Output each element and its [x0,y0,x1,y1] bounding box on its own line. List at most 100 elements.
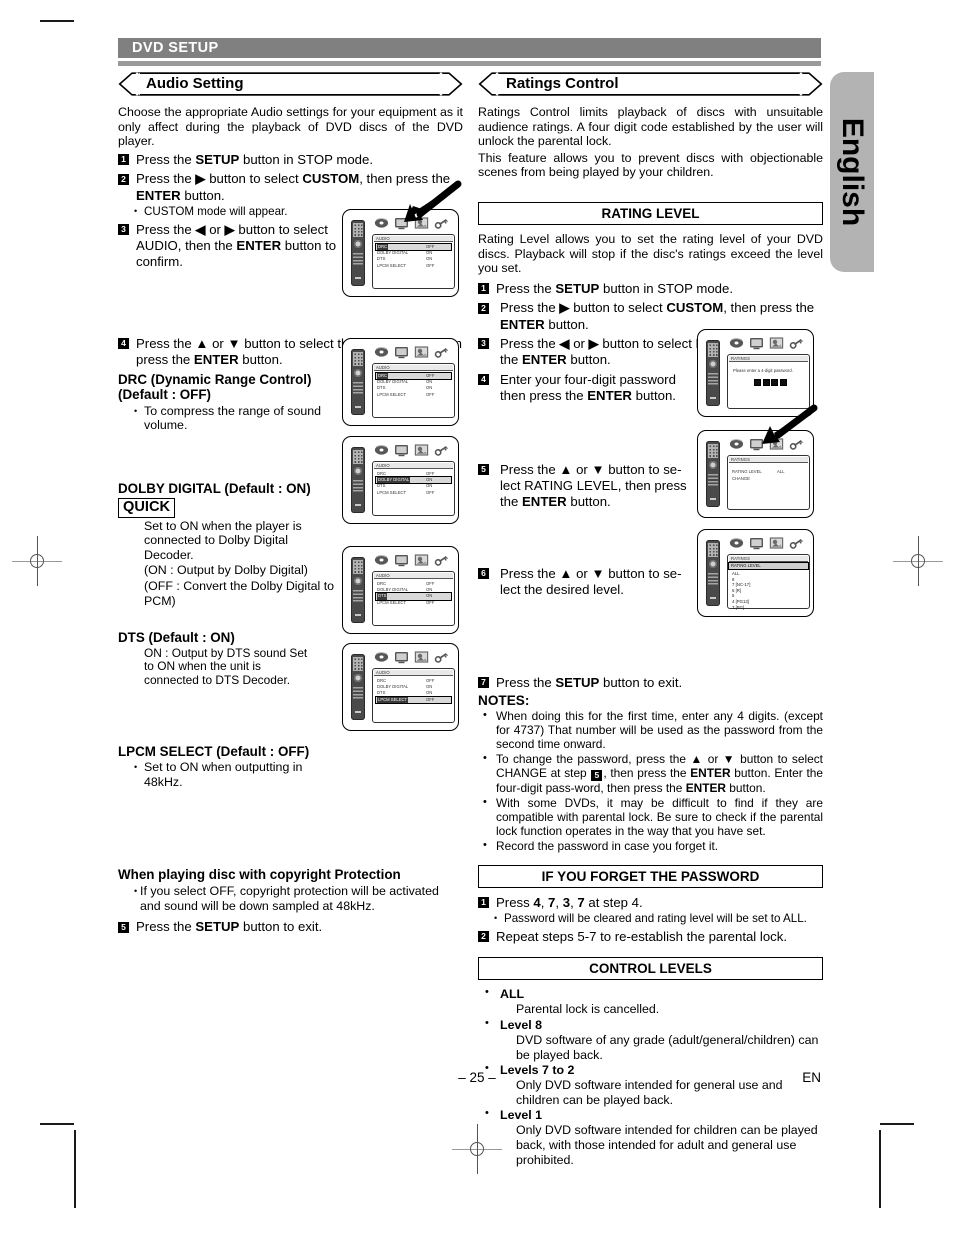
page-header-bar: DVD SETUP [118,38,821,58]
osd-panel-title: RATINGS [729,555,808,562]
ratings-step-2-text: Press the ▶ button to select CUSTOM, the… [500,300,815,332]
control-level-label: ALL [500,987,525,1002]
rating-level-header: RATING LEVEL [728,561,809,570]
audio-step-5-text: Press the SETUP button to exit. [136,919,323,935]
rating-option[interactable]: 3 [PG] [732,605,806,611]
osd-row: LPCM SELECT OFF [376,490,451,496]
step-number-5: 5 [118,921,129,933]
note-item: When doing this for the first time, ente… [478,708,823,751]
manual-page: DVD SETUP English Audio Setting Choose t… [0,0,954,1235]
menu-icon-row [373,553,455,568]
control-level-item: Level 1 Only DVD software intended for c… [478,1107,823,1167]
screen-mockup-audio-lpcm: AUDIO DRC OFF DOLBY DIGITAL ON DTS ON LPCM … [342,643,459,731]
key-icon [434,650,449,664]
osd-panel: AUDIO DRC OFF DOLBY DIGITAL ON DTS ON LPCM … [372,571,455,626]
notes-heading: NOTES: [478,693,530,709]
password-prompt: Please enter a 4-digit password. [733,368,793,373]
crop-mark-bl-h [40,1123,74,1125]
section-banner-audio: Audio Setting [118,72,463,96]
key-icon [434,553,449,567]
control-level-item: ALL Parental lock is cancelled. [478,986,823,1017]
tv-icon [394,443,409,457]
osd-row-value: OFF [426,489,435,495]
setting-title-lpcm: LPCM SELECT (Default : OFF) [118,743,310,759]
tv-icon [394,345,409,359]
disc-icon [374,650,389,664]
rating-level-options[interactable]: ALL 8 7 [NC-17] 6 [R] 5 4 [PG13] 3 [PG] [732,571,806,610]
remote-illustration [351,220,365,286]
ratings-step-5: 5 Press the ▲ or ▼ button to se-lect RAT… [478,462,693,511]
ratings-step-4: 4 Enter your four-digit password then pr… [478,372,700,405]
osd-panel-title: AUDIO [374,572,453,579]
disc-icon [374,553,389,567]
osd-row-value: OFF [426,599,435,605]
forgot-step-2: 2 Repeat steps 5-7 to re-establish the p… [478,929,823,945]
osd-panel-title: AUDIO [374,364,453,371]
osd-rows: DRC OFF DOLBY DIGITAL ON DTS ON LPCM SELECT… [375,242,452,269]
step-number-r5: 5 [478,464,489,476]
screen-mockup-audio-dts: AUDIO DRC OFF DOLBY DIGITAL ON DTS ON LPCM … [342,546,459,634]
audio-intro: Choose the appropriate Audio settings fo… [118,105,463,149]
osd-row: LPCM SELECT OFF [376,392,451,398]
osd-row-value: OFF [426,696,435,702]
osd-rows: DRC OFF DOLBY DIGITAL ON DTS ON LPCM SELECT… [375,371,452,398]
control-level-item: Level 8 DVD software of any grade (adult… [478,1017,823,1062]
crop-mark-tl-h [40,20,74,22]
key-icon [434,443,449,457]
remote-illustration [351,447,365,513]
ratings-step-6: 6 Press the ▲ or ▼ button to se-lect the… [478,566,693,599]
preferences-icon [414,553,429,567]
menu-icon-row [373,650,455,665]
step-number-f2: 2 [478,931,489,943]
header-rule [118,61,821,66]
forgot-password-heading: IF YOU FORGET THE PASSWORD [478,864,823,888]
remote-illustration [351,557,365,623]
crop-mark-br-v [879,1130,881,1208]
control-level-desc: Parental lock is cancelled. [516,1002,660,1017]
section-title-ratings: Ratings Control [506,75,619,92]
forgot-step-1: 1 Press 4, 7, 3, 7 at step 4. [478,895,823,911]
tv-icon [749,336,764,350]
ratings-intro-2: This feature allows you to prevent discs… [478,150,823,180]
osd-panel-title: AUDIO [374,235,453,242]
tv-icon [749,536,764,550]
osd-row-label: CHANGE [732,476,750,481]
osd-row-value: OFF [426,262,435,268]
remote-illustration [351,654,365,720]
right-column: Ratings Control Ratings Control limits p… [478,72,823,1168]
audio-step-1: 1 Press the SETUP button in STOP mode. [118,152,463,168]
osd-row: LPCM SELECT OFF [376,600,451,606]
step-number-r1: 1 [478,283,489,295]
osd-row-label: LPCM SELECT [377,599,407,605]
password-digit-boxes[interactable] [754,379,787,386]
osd-row-label: LPCM SELECT [377,696,409,703]
osd-panel-title: RATINGS [729,355,808,362]
menu-icon-row [373,443,455,458]
ratings-step-1: 1 Press the SETUP button in STOP mode. [478,281,823,297]
osd-panel: AUDIO DRC OFF DOLBY DIGITAL ON DTS ON LPCM … [372,668,455,723]
preferences-icon [414,650,429,664]
quick-badge: QUICK [118,497,176,518]
disc-icon [374,443,389,457]
osd-row: RATING LEVEL ALL [731,468,806,475]
forgot-step-1-note: Password will be cleared and rating leve… [478,912,823,926]
step-number-f1: 1 [478,897,489,909]
rating-option-selected[interactable]: 6 [R] [732,588,741,593]
osd-rows: DRC OFF DOLBY DIGITAL ON DTS ON LPCM SELECT… [375,581,452,606]
step-number-inline-5: 5 [591,770,603,782]
ratings-step-7: 7 Press the SETUP button to exit. [478,675,823,691]
ratings-step-5-text: Press the ▲ or ▼ button to se-lect RATIN… [500,461,687,510]
osd-panel-title: AUDIO [374,462,453,469]
ratings-step-1-text: Press the SETUP button in STOP mode. [496,280,734,296]
control-level-desc: DVD software of any grade (adult/general… [516,1032,819,1062]
step-number-r6: 6 [478,568,489,580]
setting-desc-dts: ON : Output by DTS sound Set to ON when … [144,645,308,687]
ratings-step-7-text: Press the SETUP button to exit. [496,674,683,690]
screen-mockup-audio-dolby: AUDIO DRC OFF DOLBY DIGITAL ON DTS ON LPCM … [342,436,459,524]
disc-icon [729,437,744,451]
menu-icon-row [728,336,810,351]
step-number-4: 4 [118,338,129,350]
setting-desc-drc: To compress the range of sound volume. [118,404,343,433]
note-item: To change the password, press the ▲ or ▼… [478,751,823,794]
notes-list: When doing this for the first time, ente… [478,708,823,853]
